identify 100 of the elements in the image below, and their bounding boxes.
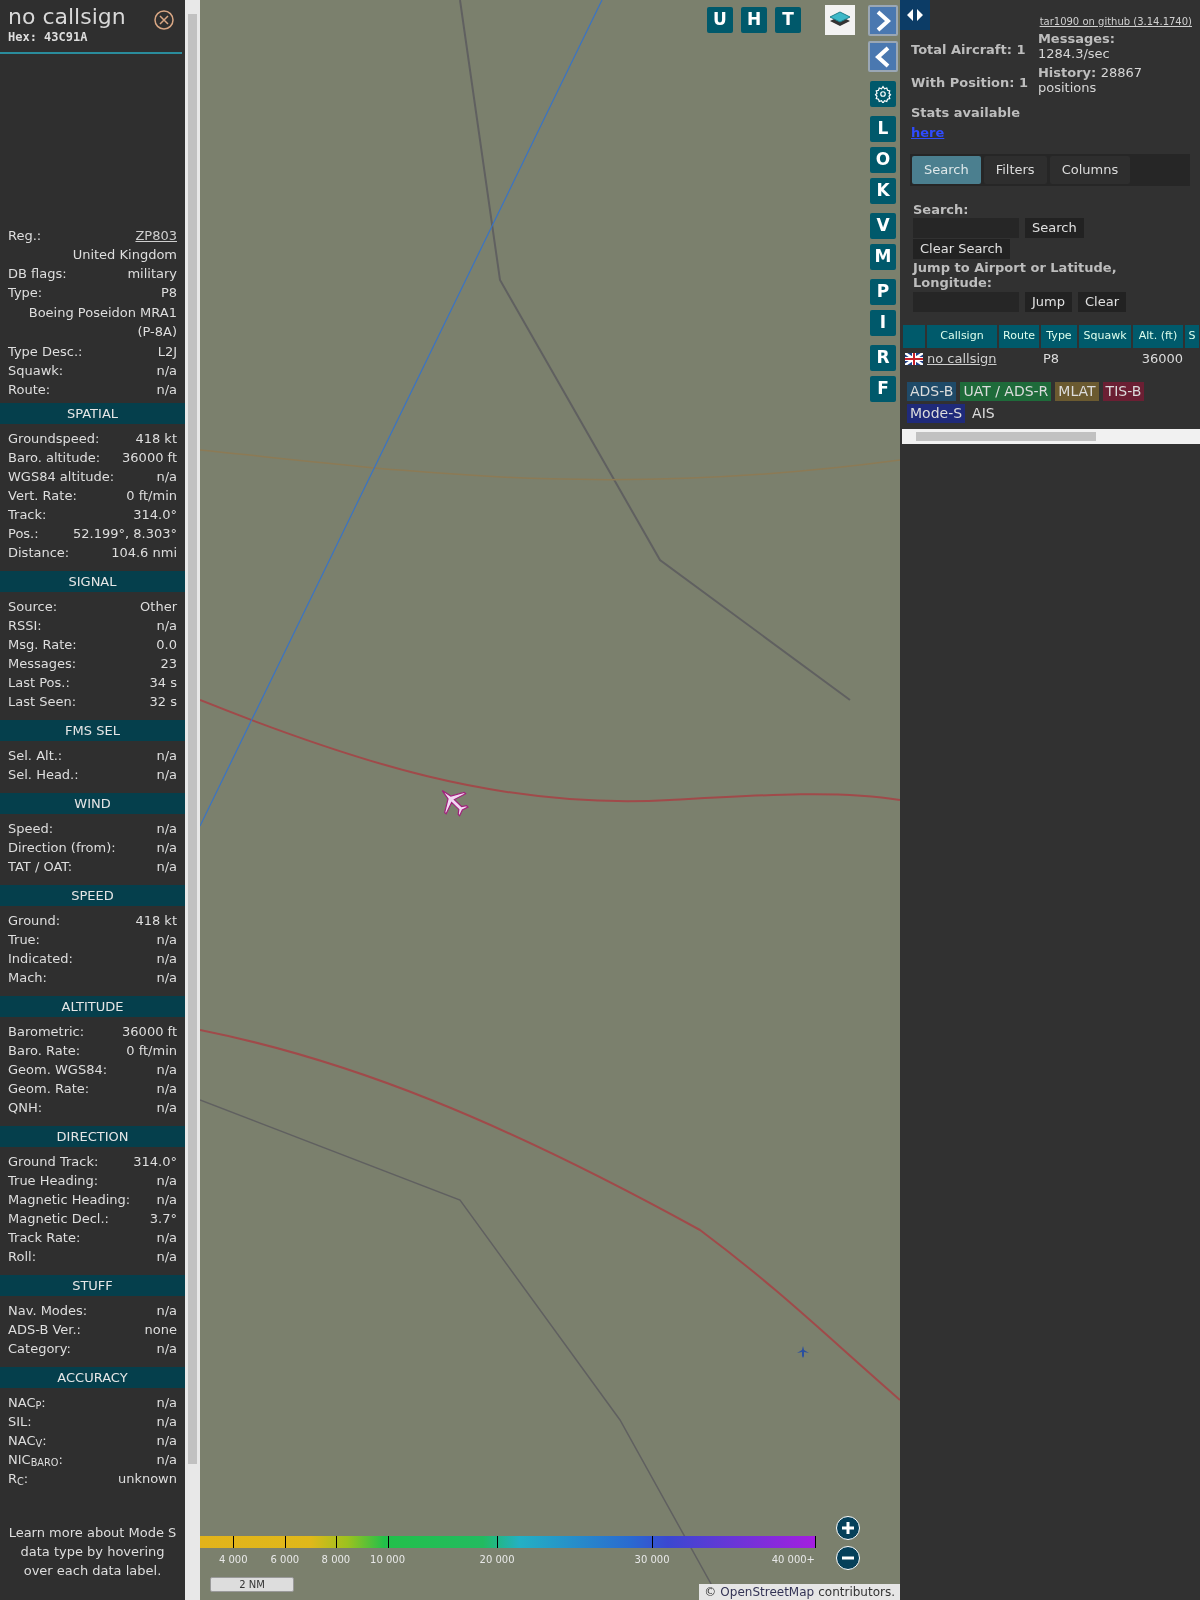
version-link[interactable]: tar1090 on github (3.14.1740) xyxy=(1039,14,1192,29)
zoom-in-button[interactable] xyxy=(836,1516,860,1540)
field-value: military xyxy=(127,264,177,283)
clear-button[interactable]: Clear xyxy=(1078,291,1126,312)
scale-bar: 2 NM xyxy=(210,1577,294,1592)
layers-button[interactable] xyxy=(825,5,855,35)
column-header[interactable]: Callsign xyxy=(927,324,997,348)
field-value: L2J xyxy=(157,342,177,361)
source-legend-tag: TIS-B xyxy=(1102,381,1145,401)
column-header[interactable]: Alt. (ft) xyxy=(1133,324,1183,348)
table-cell-text: 36000 xyxy=(1140,349,1183,368)
settings-button[interactable] xyxy=(870,81,896,107)
map-toggle-button[interactable]: I xyxy=(870,310,896,336)
field-value: n/a xyxy=(156,380,177,399)
field-value: 418 kt xyxy=(135,911,177,930)
map-toggle-button[interactable]: F xyxy=(870,376,896,402)
field-label: Ground Track: xyxy=(8,1152,99,1171)
toggle-panel-button[interactable] xyxy=(900,0,930,30)
map-toggle-button[interactable]: T xyxy=(775,7,801,33)
field-label: Indicated: xyxy=(8,949,73,968)
stat-text: Total Aircraft: 1 xyxy=(911,41,1027,59)
tab[interactable]: Filters xyxy=(983,156,1047,184)
field-value: n/a xyxy=(156,1098,177,1117)
field-value: n/a xyxy=(156,1450,177,1469)
jump-button[interactable]: Jump xyxy=(1025,291,1072,312)
field-label: Source: xyxy=(8,597,58,616)
field-label: Vert. Rate: xyxy=(8,486,77,505)
field-label: Messages: xyxy=(8,654,77,673)
column-header[interactable]: S xyxy=(1185,324,1199,348)
zoom-out-button[interactable] xyxy=(836,1546,860,1570)
aircraft-hex: Hex: 43C91A xyxy=(8,30,89,44)
left-right-arrows-icon xyxy=(905,8,925,22)
horizontal-scrollbar[interactable] xyxy=(902,428,1200,444)
altitude-label: 30 000 xyxy=(634,1553,670,1567)
field-label: NAC$_{P}$: xyxy=(8,1393,46,1413)
field-value: n/a xyxy=(156,819,177,838)
field-value: n/a xyxy=(156,930,177,949)
attribution-link[interactable]: OpenStreetMap xyxy=(720,1583,815,1600)
field-label: Speed: xyxy=(8,819,54,838)
map-toggle-button[interactable]: U xyxy=(707,7,733,33)
field-value: n/a xyxy=(156,838,177,857)
field-label: True: xyxy=(8,930,40,949)
field-value: n/a xyxy=(156,1247,177,1266)
field-value: 0.0 xyxy=(156,635,177,654)
field-label: True Heading: xyxy=(8,1171,99,1190)
map-toggle-button[interactable]: P xyxy=(870,279,896,305)
field-value: n/a xyxy=(156,1079,177,1098)
copyright-text: © xyxy=(704,1584,717,1600)
map-toggle-button[interactable]: R xyxy=(870,345,896,371)
field-label: Track Rate: xyxy=(8,1228,81,1247)
map-toggle-button[interactable]: O xyxy=(870,147,896,173)
map-toggle-button[interactable]: M xyxy=(870,244,896,270)
search-button[interactable]: Search xyxy=(1025,217,1084,238)
field-value: n/a xyxy=(156,1393,177,1412)
close-icon[interactable] xyxy=(154,10,174,30)
field-value: 314.0° xyxy=(133,1152,177,1171)
collapse-button[interactable] xyxy=(868,41,898,72)
map-background[interactable]: U H T L O K V M P I R F 4 000 6 000 8 000 10 000 20 000 30 000 40 000+ 2 NM © OpenStreetMap contributors. xyxy=(200,0,900,1600)
altitude-label: 4 000 xyxy=(218,1553,248,1567)
field-value: 23 xyxy=(160,654,177,673)
field-label: R$_{C}$: xyxy=(8,1469,29,1489)
field-value: n/a xyxy=(156,968,177,987)
field-value: 34 s xyxy=(149,673,177,692)
help-note: Learn more about Mode S data type by hovering over each data label. xyxy=(7,1524,178,1580)
tab[interactable]: Search xyxy=(912,156,981,184)
field-value: 314.0° xyxy=(133,505,177,524)
map-toggle-button[interactable]: K xyxy=(870,178,896,204)
scrollbar[interactable] xyxy=(185,0,200,1600)
aircraft-type-name: Boeing Poseidon MRA1 (P-8A) xyxy=(28,305,177,339)
map-toggle-button[interactable]: L xyxy=(870,116,896,142)
expand-button[interactable] xyxy=(868,5,898,36)
field-label: Sel. Alt.: xyxy=(8,746,63,765)
field-label: WGS84 altitude: xyxy=(8,467,115,486)
field-value: n/a xyxy=(156,949,177,968)
column-header[interactable]: Type xyxy=(1041,324,1077,348)
map-toggle-button[interactable]: V xyxy=(870,213,896,239)
field-value: P8 xyxy=(160,283,177,302)
field-value: n/a xyxy=(156,1171,177,1190)
field-label: SIL: xyxy=(8,1412,32,1431)
field-label: Last Pos.: xyxy=(8,673,70,692)
section-header: SIGNAL xyxy=(0,571,185,592)
field-value: n/a xyxy=(156,467,177,486)
jump-label: Jump to Airport or Latitude, Longitude: xyxy=(913,259,1118,290)
field-value: n/a xyxy=(156,857,177,876)
callsign-link[interactable]: no callsign xyxy=(927,348,997,369)
registration-link[interactable]: ZP803 xyxy=(135,225,177,246)
tab[interactable]: Columns xyxy=(1049,156,1131,184)
field-value: n/a xyxy=(156,1301,177,1320)
field-label: Ground: xyxy=(8,911,61,930)
field-value: n/a xyxy=(156,746,177,765)
column-header[interactable]: Squawk xyxy=(1079,324,1131,348)
field-value: n/a xyxy=(156,1412,177,1431)
map-toggle-button[interactable]: H xyxy=(741,7,767,33)
column-header[interactable]: Route xyxy=(999,324,1039,348)
field-value: unknown xyxy=(117,1469,177,1488)
search-label: Search: xyxy=(913,201,970,219)
flag-icon xyxy=(905,352,923,365)
clear-search-button[interactable]: Clear Search xyxy=(913,238,1010,259)
source-legend-tag: Mode-S xyxy=(907,403,966,423)
field-label: NIC$_{BARO}$: xyxy=(8,1450,63,1470)
